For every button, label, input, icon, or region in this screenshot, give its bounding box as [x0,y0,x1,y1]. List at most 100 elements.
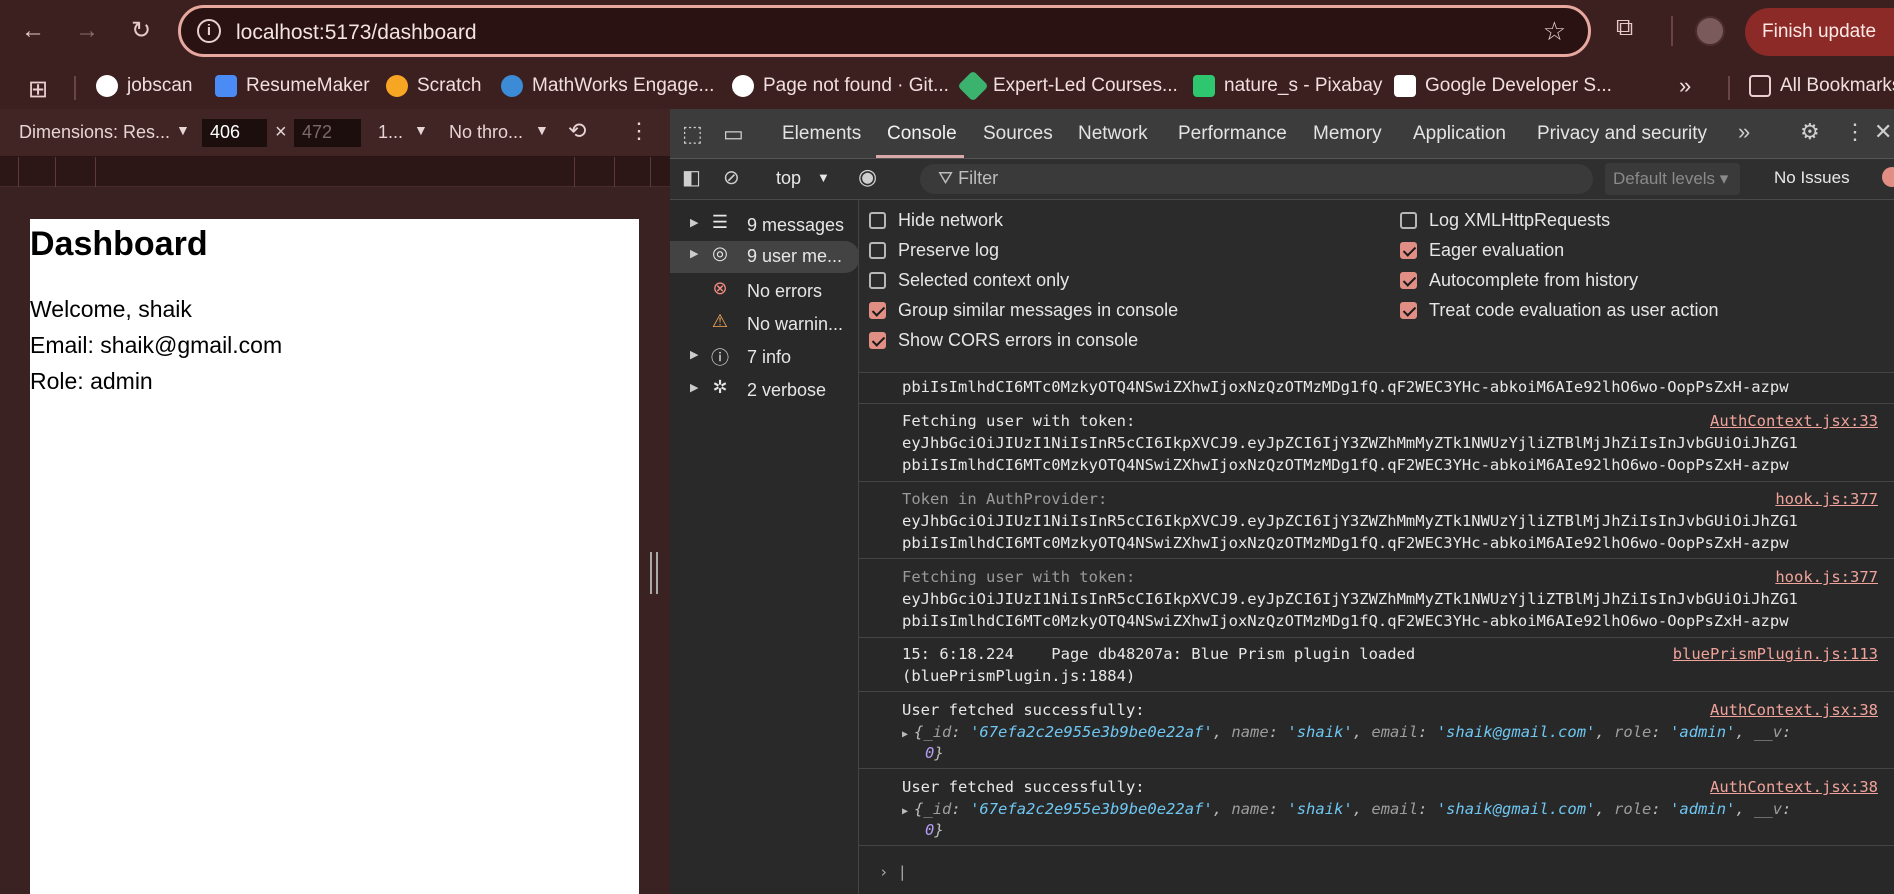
console-prompt[interactable]: › | [879,863,907,881]
bookmark-item[interactable]: Scratch [386,73,481,99]
context-selector[interactable]: top [776,168,801,189]
sidebar-item-user-messages[interactable]: ▶ ◎ 9 user me... [670,241,859,273]
tab-memory[interactable]: Memory [1313,123,1382,145]
eager-evaluation-checkbox[interactable]: Eager evaluation [1400,240,1564,261]
tab-elements[interactable]: Elements [782,123,861,145]
filter-placeholder: Filter [958,168,999,188]
eye-icon[interactable]: ◉ [858,164,877,190]
tab-privacy[interactable]: Privacy and security [1537,123,1707,145]
clear-console-icon[interactable]: ⊘ [723,165,740,190]
source-link[interactable]: AuthContext.jsx:33 [1710,412,1878,430]
checkbox[interactable] [869,212,886,229]
object-key: name [1231,800,1269,818]
bookmark-item[interactable]: nature_s - Pixabay [1193,73,1382,99]
zoom-dropdown[interactable]: 1... [378,122,403,143]
chevron-down-icon[interactable]: ▼ [176,122,190,138]
more-options-icon[interactable]: ⋮ [628,118,650,144]
dimensions-dropdown[interactable]: Dimensions: Res... [19,122,170,143]
tab-performance[interactable]: Performance [1178,123,1287,145]
inspect-element-icon[interactable]: ⬚ [682,121,703,147]
chevron-down-icon[interactable]: ▼ [817,170,830,185]
checkbox[interactable] [1400,272,1417,289]
checkbox[interactable] [869,302,886,319]
checkbox[interactable] [1400,242,1417,259]
rotate-icon[interactable]: ⟲ [568,118,586,144]
extensions-icon[interactable]: ⧉ [1616,14,1633,42]
checkbox[interactable] [1400,302,1417,319]
issues-counter[interactable]: No Issues [1774,168,1850,188]
chevron-down-icon[interactable]: ▼ [535,122,549,138]
sidebar-item-messages[interactable]: ▶ ☰ 9 messages [670,210,859,242]
tab-console[interactable]: Console [887,123,957,145]
expand-arrow-icon[interactable]: ▶ [690,381,698,394]
address-bar[interactable]: i localhost:5173/dashboard ☆ [178,5,1591,57]
expand-arrow-icon[interactable]: ▶ [902,806,914,817]
all-bookmarks-button[interactable]: All Bookmarks [1749,73,1894,99]
checkbox[interactable] [1400,212,1417,229]
log-xhr-checkbox[interactable]: Log XMLHttpRequests [1400,210,1610,231]
preserve-log-checkbox[interactable]: Preserve log [869,240,999,261]
source-link[interactable]: hook.js:377 [1775,568,1878,586]
source-link[interactable]: bluePrismPlugin.js:113 [1673,645,1878,663]
tab-sources[interactable]: Sources [983,123,1053,145]
reload-icon[interactable]: ↻ [124,14,158,48]
sidebar-toggle-icon[interactable]: ◧ [682,165,701,190]
group-similar-checkbox[interactable]: Group similar messages in console [869,300,1178,321]
show-cors-checkbox[interactable]: Show CORS errors in console [869,330,1138,351]
tab-network[interactable]: Network [1078,123,1148,145]
log-levels-dropdown[interactable]: Default levels ▾ [1605,163,1740,195]
object-preview[interactable]: ▶ {_id: '67efa2c2e955e3b9be0e22af', name… [902,723,1791,741]
bookmark-star-icon[interactable]: ☆ [1543,16,1566,47]
bookmark-item[interactable]: MathWorks Engage... [501,73,714,99]
bookmark-item[interactable]: Page not found · Git... [732,73,949,99]
object-preview-cont: 0} [925,821,944,839]
url-text[interactable]: localhost:5173/dashboard [236,21,477,45]
bookmark-item[interactable]: ResumeMaker [215,73,370,99]
settings-dot-icon[interactable] [1882,167,1894,187]
autocomplete-history-checkbox[interactable]: Autocomplete from history [1400,270,1638,291]
bookmark-item[interactable]: Google Developer S... [1394,73,1612,99]
throttle-dropdown[interactable]: No thro... [449,122,523,143]
checkbox[interactable] [869,332,886,349]
bookmark-item[interactable]: jobscan [96,73,193,99]
resize-handle[interactable] [650,552,658,594]
source-link[interactable]: AuthContext.jsx:38 [1710,701,1878,719]
tab-application[interactable]: Application [1413,123,1506,145]
chevron-down-icon[interactable]: ▼ [414,122,428,138]
checkbox[interactable] [869,272,886,289]
sidebar-item-warnings[interactable]: ⚠ No warnin... [670,309,859,341]
sidebar-item-verbose[interactable]: ▶ ✲ 2 verbose [670,375,859,407]
finish-update-button[interactable]: Finish update [1745,8,1894,56]
object-preview[interactable]: ▶ {_id: '67efa2c2e955e3b9be0e22af', name… [902,800,1791,818]
treat-code-eval-checkbox[interactable]: Treat code evaluation as user action [1400,300,1719,321]
filter-input[interactable]: ⛛ Filter [920,164,1593,194]
device-toggle-icon[interactable]: ▭ [723,121,744,147]
expand-arrow-icon[interactable]: ▶ [690,247,698,260]
checkbox[interactable] [869,242,886,259]
profile-avatar[interactable] [1695,16,1725,46]
apps-grid-icon[interactable]: ⊞ [28,75,48,104]
hide-network-checkbox[interactable]: Hide network [869,210,1003,231]
more-tabs-icon[interactable]: » [1738,119,1750,145]
expand-arrow-icon[interactable]: ▶ [690,216,698,229]
more-bookmarks-icon[interactable]: » [1679,73,1691,99]
github-icon [732,75,754,97]
back-icon[interactable]: ← [16,14,50,48]
bookmark-item[interactable]: Expert-Led Courses... [957,70,1178,102]
site-info-icon[interactable]: i [197,19,221,43]
gear-icon[interactable]: ⚙ [1800,119,1820,145]
selected-context-checkbox[interactable]: Selected context only [869,270,1069,291]
height-input[interactable]: 472 [294,119,361,147]
console-log: pbiIsImlhdCI6MTc0MzkyOTQ4NSwiZXhwIjoxNzQ… [859,373,1894,894]
more-options-icon[interactable]: ⋮ [1844,119,1866,145]
sidebar-item-errors[interactable]: ⊗ No errors [670,276,859,308]
expand-arrow-icon[interactable]: ▶ [902,729,914,740]
width-input[interactable]: 406 [202,119,267,147]
log-text: pbiIsImlhdCI6MTc0MzkyOTQ4NSwiZXhwIjoxNzQ… [902,534,1789,552]
sidebar-item-info[interactable]: ▶ ⓘ 7 info [670,342,859,374]
source-link[interactable]: AuthContext.jsx:38 [1710,778,1878,796]
close-icon[interactable]: ✕ [1874,119,1892,145]
forward-icon[interactable]: → [70,14,104,48]
expand-arrow-icon[interactable]: ▶ [690,348,698,361]
source-link[interactable]: hook.js:377 [1775,490,1878,508]
